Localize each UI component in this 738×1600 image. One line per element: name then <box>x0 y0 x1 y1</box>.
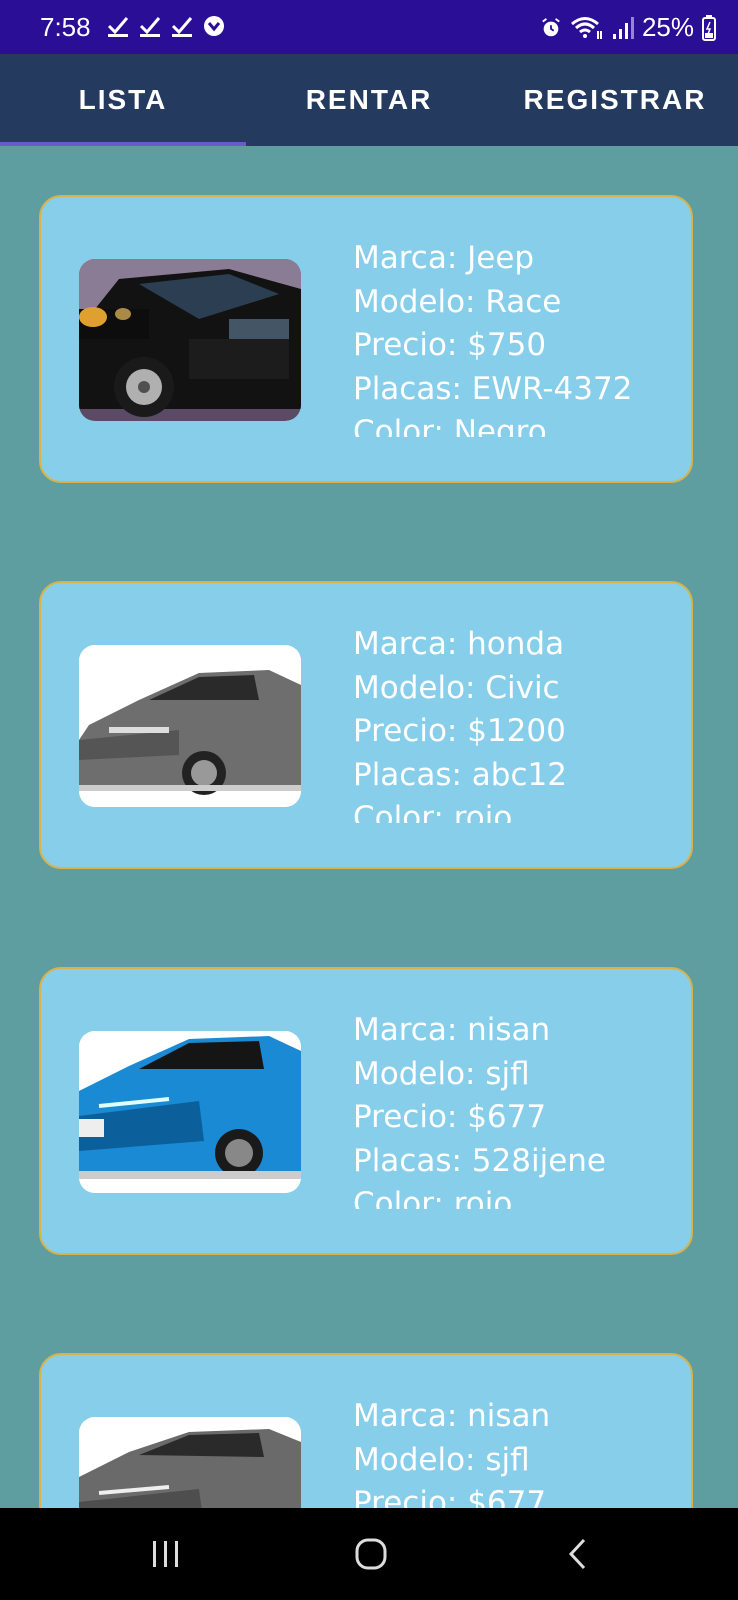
car-modelo: Modelo: Civic <box>353 669 560 706</box>
car-color: Color: Negro <box>353 414 547 437</box>
app-notification-icon <box>204 16 224 36</box>
car-card[interactable]: Marca: honda Modelo: Civic Precio: $1200… <box>39 581 693 869</box>
recent-apps-icon <box>153 1541 178 1567</box>
car-card[interactable]: Marca: Jeep Modelo: Race Precio: $750 Pl… <box>39 195 693 483</box>
car-precio: Precio: $1200 <box>353 713 566 749</box>
car-info: Marca: Jeep Modelo: Race Precio: $750 Pl… <box>353 237 683 437</box>
recent-apps-button[interactable] <box>136 1528 196 1580</box>
status-time: 7:58 <box>40 12 91 42</box>
car-precio: Precio: $677 <box>353 1099 547 1135</box>
car-color: Color: rojo <box>353 800 513 823</box>
signal-icon <box>612 16 634 39</box>
car-card[interactable]: Marca: nisan Modelo: sjfl Precio: $677 <box>39 1353 693 1508</box>
car-placas: Placas: 528ijene <box>353 1142 606 1179</box>
back-icon <box>568 1538 586 1570</box>
battery-icon <box>702 14 716 41</box>
tab-lista[interactable]: LISTA <box>0 54 246 146</box>
car-info: Marca: nisan Modelo: sjfl Precio: $677 P… <box>353 1009 683 1209</box>
system-icons: 25% <box>540 12 716 43</box>
wifi-icon <box>570 16 602 39</box>
tab-bar: LISTA RENTAR REGISTRAR <box>0 54 738 146</box>
car-image <box>79 1031 301 1193</box>
car-placas: Placas: abc12 <box>353 756 567 793</box>
car-marca: Marca: honda <box>353 626 565 662</box>
car-info: Marca: honda Modelo: Civic Precio: $1200… <box>353 623 683 823</box>
car-modelo: Modelo: Race <box>353 283 562 320</box>
car-list[interactable]: Marca: Jeep Modelo: Race Precio: $750 Pl… <box>0 146 738 1508</box>
car-image <box>79 259 301 421</box>
car-marca: Marca: nisan <box>353 1398 551 1434</box>
battery-percentage: 25% <box>641 12 694 42</box>
home-button[interactable] <box>341 1528 401 1580</box>
car-image <box>79 645 301 807</box>
car-precio: Precio: $750 <box>353 327 547 363</box>
car-card[interactable]: Marca: nisan Modelo: sjfl Precio: $677 P… <box>39 967 693 1255</box>
tab-rentar[interactable]: RENTAR <box>246 54 492 146</box>
check-icon <box>171 17 193 37</box>
check-icon <box>107 17 129 37</box>
car-color: Color: rojo <box>353 1186 513 1209</box>
car-marca: Marca: Jeep <box>353 240 535 276</box>
alarm-icon <box>542 17 560 36</box>
status-bar: 7:58 25% <box>0 0 738 54</box>
car-image <box>79 1417 301 1508</box>
car-placas: Placas: EWR-4372 <box>353 370 633 407</box>
check-icon <box>139 17 161 37</box>
car-precio: Precio: $677 <box>353 1485 547 1508</box>
car-marca: Marca: nisan <box>353 1012 551 1048</box>
back-button[interactable] <box>548 1528 608 1580</box>
car-modelo: Modelo: sjfl <box>353 1055 530 1092</box>
notification-icons <box>106 14 226 38</box>
navigation-bar <box>0 1508 738 1600</box>
home-icon <box>355 1538 387 1570</box>
tab-registrar[interactable]: REGISTRAR <box>492 54 738 146</box>
car-modelo: Modelo: sjfl <box>353 1441 530 1478</box>
car-info: Marca: nisan Modelo: sjfl Precio: $677 <box>353 1395 683 1508</box>
